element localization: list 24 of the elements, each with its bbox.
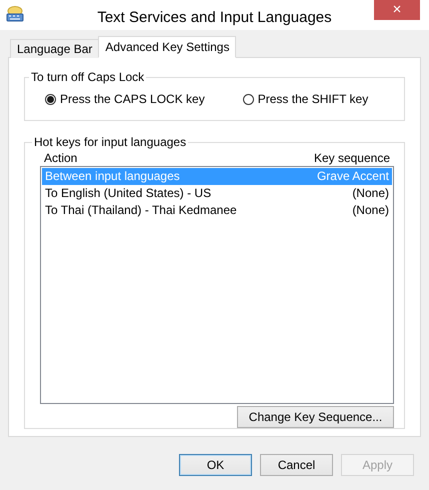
tab[interactable]: Advanced Key Settings — [98, 36, 236, 58]
keyboard-icon — [6, 6, 24, 22]
dialog-button[interactable]: OK — [179, 454, 252, 476]
action-text: Between input languages — [45, 169, 180, 184]
action-text: To Thai (Thailand) - Thai Kedmanee — [45, 203, 237, 218]
tab[interactable]: Language Bar — [10, 39, 100, 58]
radio-button[interactable] — [45, 94, 56, 104]
key-sequence-text: Grave Accent — [316, 169, 389, 184]
key-sequence-text: (None) — [352, 203, 389, 218]
change-key-sequence-button[interactable]: Change Key Sequence... — [237, 406, 394, 428]
group-title: To turn off Caps Lock — [30, 70, 146, 84]
action-text: To English (United States) - US — [45, 186, 212, 201]
group-title: Hot keys for input languages — [33, 135, 188, 149]
window-title: Text Services and Input Languages — [97, 8, 332, 26]
radio-label[interactable]: Press the SHIFT key — [258, 92, 368, 106]
column-header: Key sequence — [314, 151, 390, 165]
key-sequence-text: (None) — [352, 186, 389, 201]
radio-label[interactable]: Press the CAPS LOCK key — [60, 92, 205, 106]
list-item[interactable]: To English (United States) - US (None) — [42, 185, 392, 202]
list-item[interactable]: To Thai (Thailand) - Thai Kedmanee (None) — [42, 202, 392, 219]
column-header: Action — [44, 151, 78, 165]
radio-button[interactable] — [242, 94, 254, 104]
close-button[interactable]: × — [374, 0, 420, 20]
dialog-button[interactable]: Cancel — [260, 454, 333, 476]
